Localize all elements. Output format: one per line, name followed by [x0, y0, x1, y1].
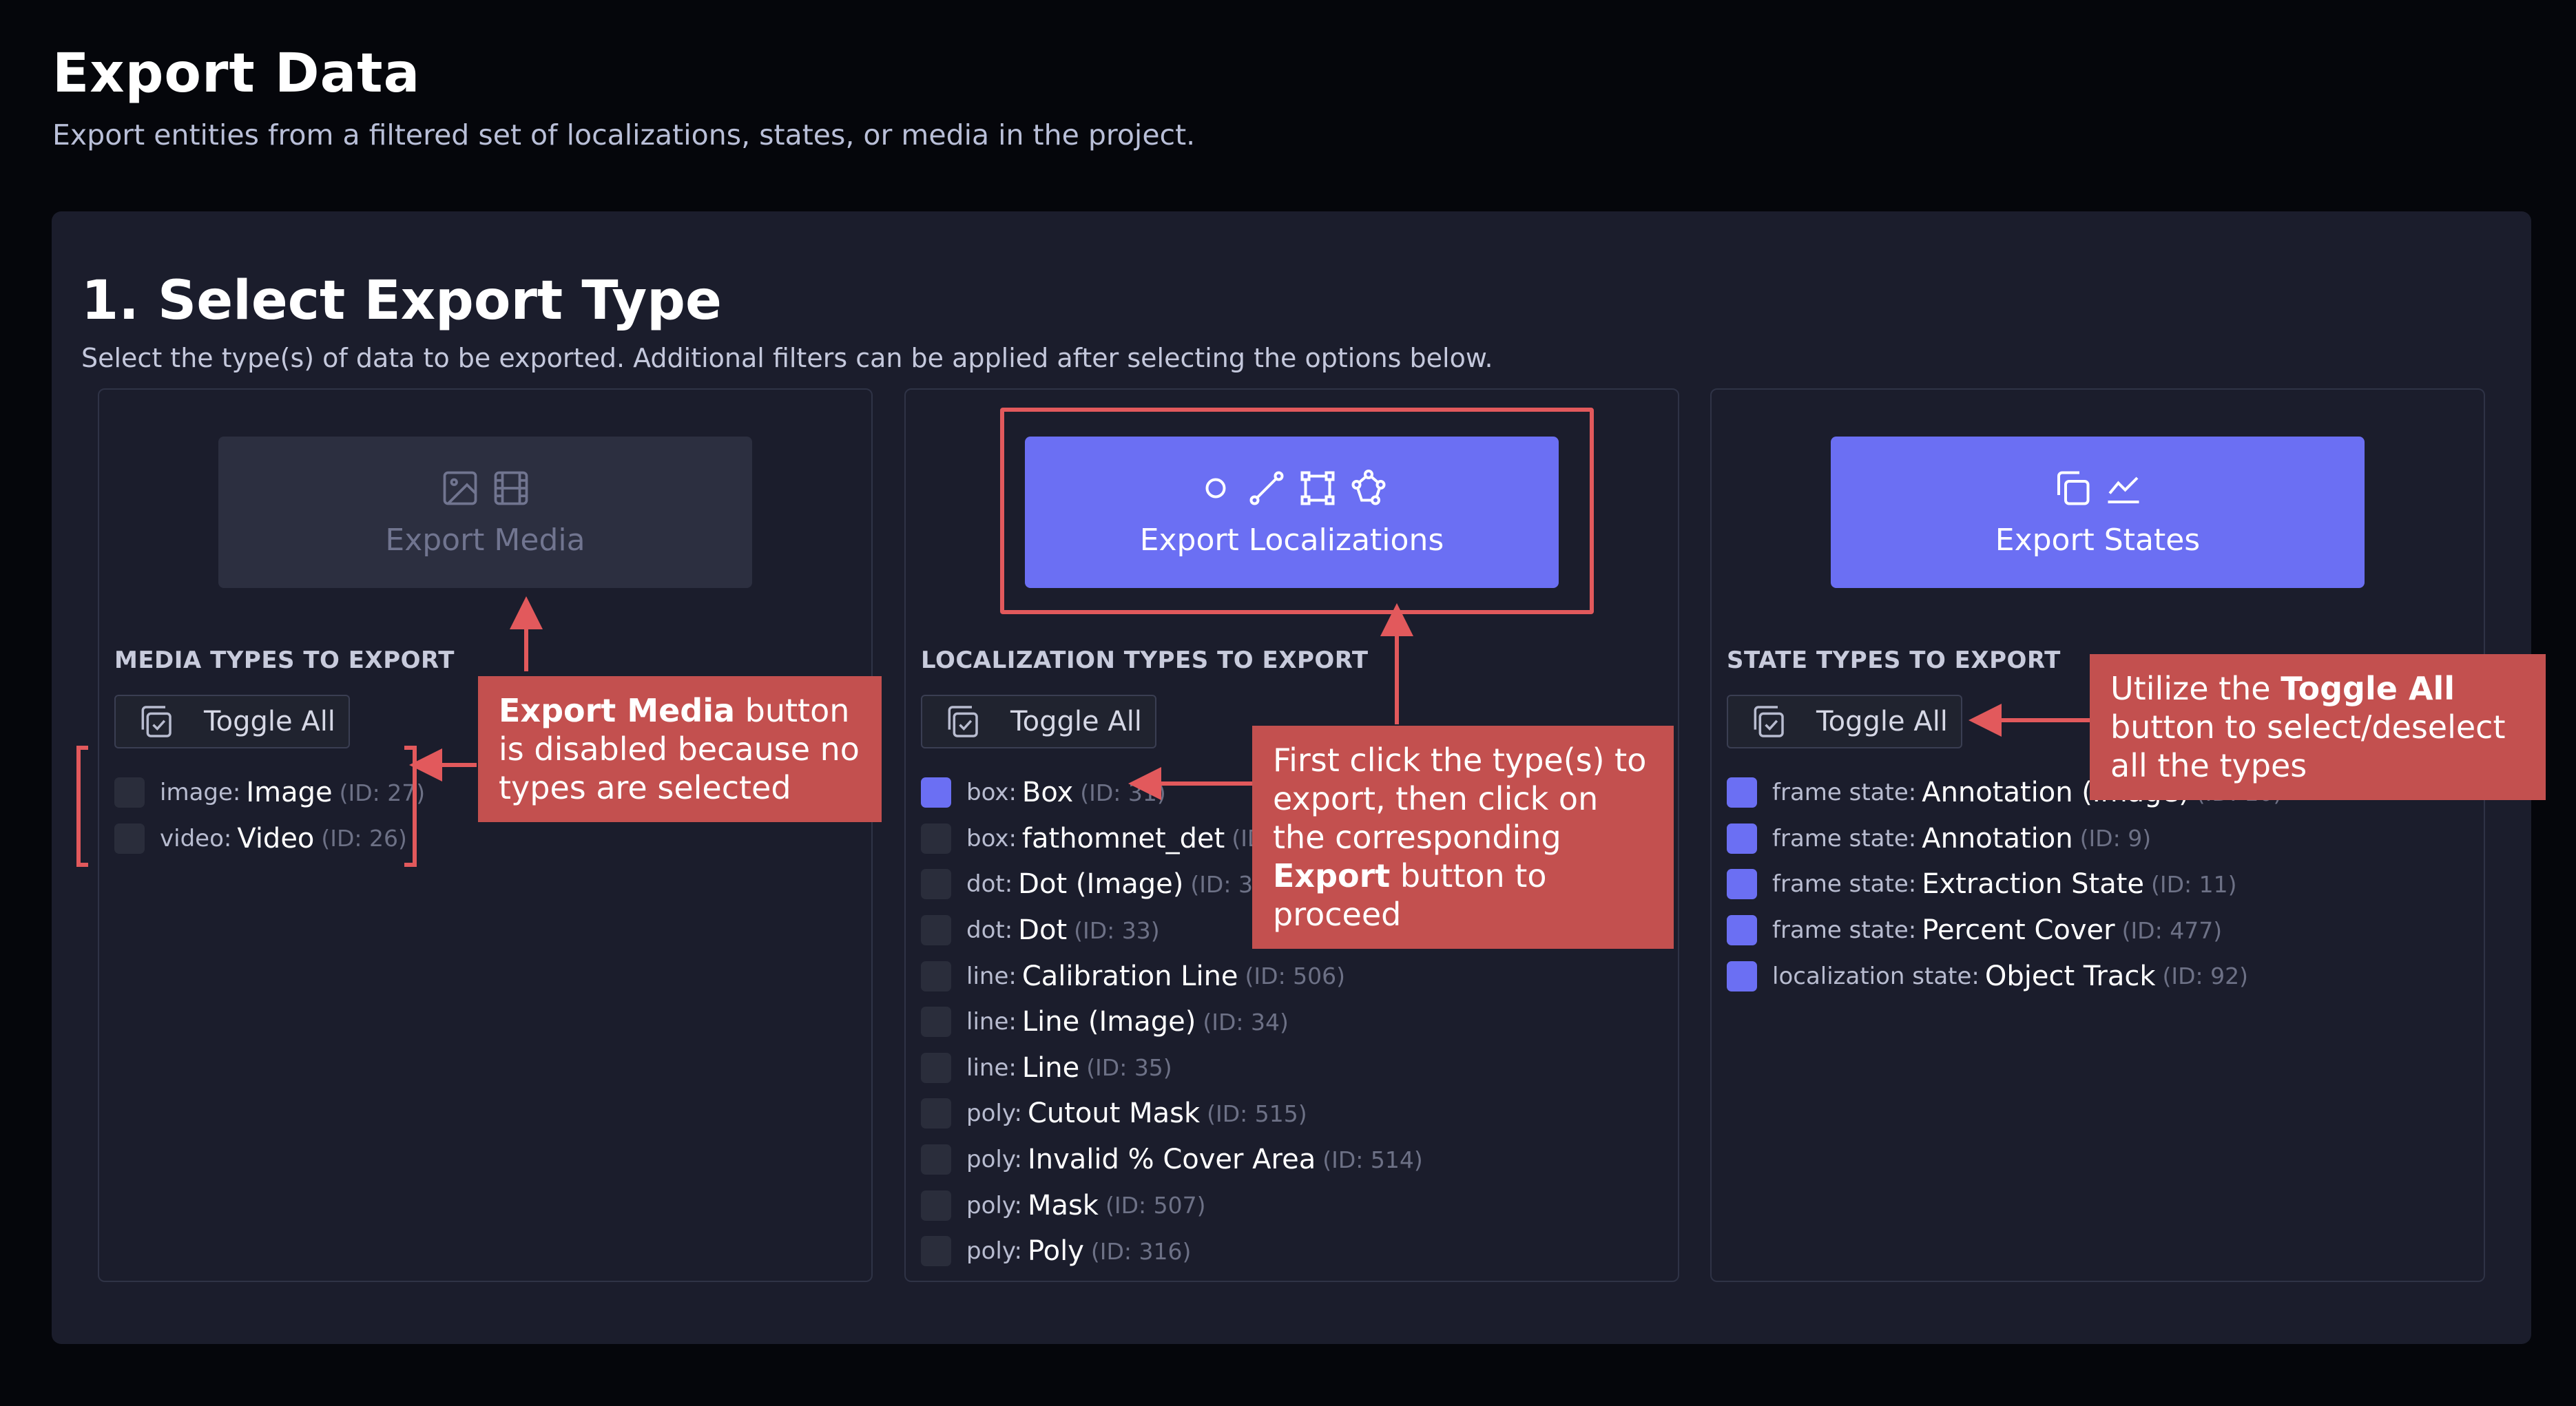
type-checkbox[interactable]	[1727, 961, 1757, 991]
toggle-all-icon	[141, 706, 172, 737]
list-item[interactable]: line: Calibration Line (ID: 506)	[921, 953, 1423, 999]
toggle-all-icon	[948, 706, 978, 737]
media-type-list: image: Image (ID: 27) video: Video (ID: …	[114, 770, 425, 861]
media-types-heading: MEDIA TYPES TO EXPORT	[114, 647, 455, 674]
list-item[interactable]: poly: Invalid % Cover Area (ID: 514)	[921, 1137, 1423, 1183]
list-item[interactable]: line: Line (Image) (ID: 34)	[921, 999, 1423, 1045]
page-subtitle: Export entities from a filtered set of l…	[52, 118, 1196, 151]
highlight-export-localizations	[1000, 408, 1594, 614]
type-checkbox[interactable]	[1727, 777, 1757, 808]
type-checkbox[interactable]	[921, 1052, 951, 1083]
type-checkbox[interactable]	[921, 1007, 951, 1038]
state-type-list: frame state:Annotation (Image)(ID: 10) f…	[1727, 770, 2282, 999]
export-data-page: Export Data Export entities from a filte…	[0, 0, 2576, 1406]
type-checkbox[interactable]	[921, 1236, 951, 1267]
state-types-heading: STATE TYPES TO EXPORT	[1727, 647, 2061, 674]
page-title: Export Data	[52, 43, 421, 105]
type-checkbox[interactable]	[1727, 823, 1757, 854]
media-toggle-all-button[interactable]: Toggle All	[114, 695, 350, 748]
toggle-all-label: Toggle All	[204, 706, 335, 737]
toggle-all-icon	[1754, 706, 1784, 737]
section-subtitle: Select the type(s) of data to be exporte…	[81, 343, 1493, 373]
localizations-callout: First click the type(s) to export, then …	[1252, 726, 1674, 949]
chart-line-icon	[2108, 476, 2139, 503]
media-disabled-callout: Export Media button is disabled because …	[478, 676, 882, 822]
states-column: Export States STATE TYPES TO EXPORT Togg…	[1710, 388, 2485, 1282]
list-item[interactable]: video: Video (ID: 26)	[114, 816, 425, 862]
section-title: 1. Select Export Type	[81, 270, 722, 332]
export-states-label: Export States	[1995, 522, 2201, 558]
type-checkbox[interactable]	[1727, 869, 1757, 900]
type-checkbox[interactable]	[921, 915, 951, 946]
image-icon	[443, 471, 477, 505]
type-checkbox[interactable]	[921, 1144, 951, 1175]
list-item[interactable]: poly: Mask (ID: 507)	[921, 1182, 1423, 1228]
type-checkbox[interactable]	[114, 777, 145, 808]
toggle-all-callout: Utilize the Toggle All button to select/…	[2090, 654, 2546, 800]
type-checkbox[interactable]	[114, 823, 145, 854]
list-item[interactable]: image: Image (ID: 27)	[114, 770, 425, 816]
states-toggle-all-button[interactable]: Toggle All	[1727, 695, 1962, 748]
localizations-toggle-all-button[interactable]: Toggle All	[921, 695, 1156, 748]
media-column: Export Media MEDIA TYPES TO EXPORT Toggl…	[98, 388, 873, 1282]
list-item[interactable]: localization state: Object Track (ID: 92)	[1727, 953, 2282, 999]
list-item[interactable]: frame state: Annotation (ID: 9)	[1727, 816, 2282, 862]
type-checkbox[interactable]	[921, 1190, 951, 1221]
export-media-button[interactable]: Export Media	[218, 437, 752, 588]
localization-types-heading: LOCALIZATION TYPES TO EXPORT	[921, 647, 1369, 674]
list-item[interactable]: poly: Poly (ID: 316)	[921, 1228, 1423, 1274]
list-item[interactable]: frame state: Percent Cover (ID: 477)	[1727, 907, 2282, 954]
type-checkbox[interactable]	[921, 823, 951, 854]
type-checkbox[interactable]	[1727, 915, 1757, 946]
film-icon	[494, 471, 528, 505]
toggle-all-label: Toggle All	[1010, 706, 1142, 737]
type-checkbox[interactable]	[921, 1098, 951, 1129]
export-states-button[interactable]: Export States	[1831, 437, 2365, 588]
list-item[interactable]: poly: Cutout Mask (ID: 515)	[921, 1091, 1423, 1137]
list-item[interactable]: line: Line (ID: 35)	[921, 1045, 1423, 1091]
copy-icon	[2057, 471, 2089, 505]
type-checkbox[interactable]	[921, 777, 951, 808]
type-checkbox[interactable]	[921, 961, 951, 991]
toggle-all-label: Toggle All	[1816, 706, 1948, 737]
list-item[interactable]: frame state: Extraction State (ID: 11)	[1727, 861, 2282, 907]
export-media-label: Export Media	[385, 522, 585, 558]
type-checkbox[interactable]	[921, 869, 951, 900]
